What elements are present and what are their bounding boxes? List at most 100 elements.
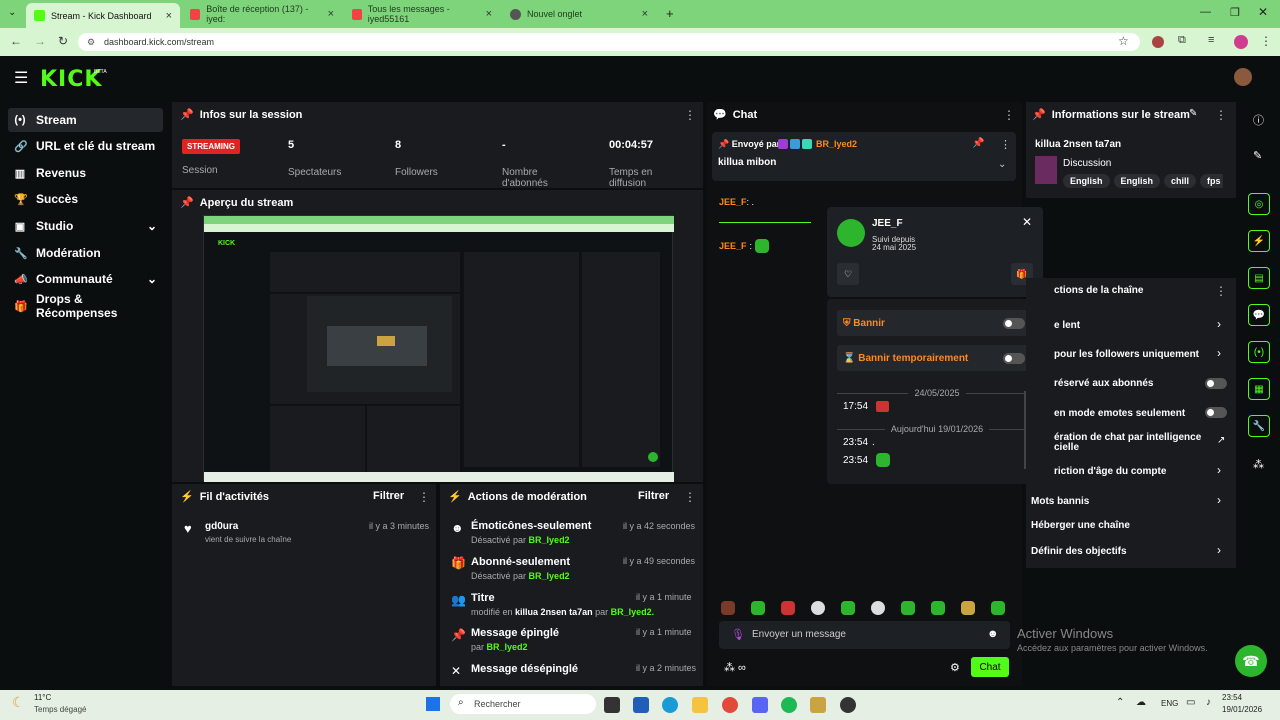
back-icon[interactable]: ←: [10, 34, 22, 48]
close-icon[interactable]: ✕: [1022, 215, 1032, 229]
rewards-icon[interactable]: ⁂ ∞: [724, 661, 746, 674]
emote-icon[interactable]: [721, 601, 735, 615]
reload-icon[interactable]: ↻: [58, 34, 68, 48]
more-options-icon[interactable]: ⋮: [1215, 284, 1227, 298]
age-restriction-row[interactable]: riction d'âge du compte: [1054, 466, 1166, 477]
rail-rewards-icon[interactable]: ⁂: [1253, 458, 1264, 471]
chevron-down-icon[interactable]: ⌄: [998, 159, 1006, 170]
emote-icon[interactable]: [931, 601, 945, 615]
timeout-toggle[interactable]: [1003, 353, 1025, 364]
close-icon[interactable]: ×: [328, 8, 334, 20]
followers-only-row[interactable]: pour les followers uniquement: [1054, 349, 1199, 360]
tag-chip[interactable]: English: [1063, 174, 1110, 188]
url-input[interactable]: ⚙ dashboard.kick.com/stream: [78, 33, 1140, 51]
pin-icon[interactable]: 📌: [972, 138, 984, 149]
user-avatar[interactable]: [1234, 68, 1252, 86]
chevron-right-icon[interactable]: ›: [1217, 543, 1221, 557]
network-icon[interactable]: ▭: [1186, 697, 1195, 708]
tab-gmail-inbox[interactable]: Boîte de réception (137) - iyed: ×: [182, 4, 342, 24]
more-options-icon[interactable]: ⋮: [1215, 108, 1227, 122]
tab-list-icon[interactable]: ⌄: [8, 7, 16, 18]
emotes-only-toggle[interactable]: [1205, 407, 1227, 418]
emote-icon[interactable]: [871, 601, 885, 615]
rail-wrench-icon[interactable]: 🔧: [1248, 415, 1270, 437]
rail-layout-icon[interactable]: ▦: [1248, 378, 1270, 400]
language-indicator[interactable]: ENG: [1161, 699, 1178, 708]
mod-item-user[interactable]: BR_Iyed2.: [611, 607, 655, 617]
profile-avatar[interactable]: [1234, 35, 1248, 49]
browser-menu-icon[interactable]: ⋮: [1260, 34, 1272, 48]
chat-user[interactable]: JEE_F: [719, 197, 747, 207]
emote-icon[interactable]: [841, 601, 855, 615]
emote-icon[interactable]: [991, 601, 1005, 615]
extensions-puzzle-icon[interactable]: ⧉: [1178, 34, 1186, 47]
filter-button[interactable]: Filtrer: [638, 490, 669, 502]
slow-mode-row[interactable]: e lent: [1054, 320, 1080, 331]
more-options-icon[interactable]: ⋮: [684, 490, 696, 504]
chevron-right-icon[interactable]: ›: [1217, 317, 1221, 331]
tag-chip[interactable]: English: [1113, 174, 1161, 188]
sidebar-item-moderation[interactable]: 🔧 Modération: [8, 241, 163, 265]
chevron-right-icon[interactable]: ›: [1217, 346, 1221, 360]
category-name[interactable]: Discussion: [1063, 158, 1111, 169]
close-icon[interactable]: ×: [166, 10, 172, 22]
rail-doc-icon[interactable]: ▤: [1248, 267, 1270, 289]
pinned-message[interactable]: 📌 Envoyé par BR_Iyed2 killua mibon 📌 ⋮ ⌄: [712, 132, 1016, 181]
external-link-icon[interactable]: ↗: [1217, 435, 1225, 446]
chevron-right-icon[interactable]: ›: [1217, 463, 1221, 477]
edge-icon[interactable]: [662, 697, 678, 713]
tab-gmail-all[interactable]: Tous les messages - iyed55161 ×: [344, 4, 500, 24]
follow-heart-button[interactable]: ♡: [837, 263, 859, 285]
sidebar-item-communaute[interactable]: 📣 Communauté ⌄: [8, 267, 163, 291]
maximize-button[interactable]: ❐: [1230, 6, 1240, 19]
chat-user[interactable]: JEE_F: [719, 241, 747, 251]
edit-pencil-icon[interactable]: ✎: [1189, 108, 1197, 119]
discord-icon[interactable]: [752, 697, 768, 713]
weather-temp[interactable]: 11°C: [34, 693, 51, 702]
chat-send-button[interactable]: Chat: [971, 657, 1009, 677]
sidebar-item-url-key[interactable]: 🔗 URL et clé du stream: [8, 134, 163, 158]
rail-chat-icon[interactable]: 💬: [1248, 304, 1270, 326]
taskbar-search[interactable]: ⌕ Rechercher: [450, 694, 596, 714]
emote-icon[interactable]: [901, 601, 915, 615]
windows-start-icon[interactable]: [426, 697, 440, 711]
forward-icon[interactable]: →: [34, 34, 46, 48]
file-explorer-icon[interactable]: [692, 697, 708, 713]
cloud-icon[interactable]: ☁: [1136, 697, 1146, 708]
tab-kick[interactable]: Stream - Kick Dashboard ×: [26, 3, 180, 28]
support-chat-button[interactable]: ☎: [1235, 645, 1267, 677]
info-icon[interactable]: ⓘ: [1253, 112, 1264, 128]
emote-icon[interactable]: [751, 601, 765, 615]
sidebar-item-succes[interactable]: 🏆 Succès: [8, 187, 163, 211]
emote-icon[interactable]: [811, 601, 825, 615]
subscribers-only-toggle[interactable]: [1205, 378, 1227, 389]
mod-item-user[interactable]: BR_Iyed2: [529, 535, 570, 545]
timeout-row[interactable]: ⌛ Bannir temporairement: [837, 345, 1037, 371]
more-options-icon[interactable]: ⋮: [1000, 138, 1011, 151]
mod-item-user[interactable]: BR_Iyed2: [487, 642, 528, 652]
minimize-button[interactable]: —: [1200, 6, 1211, 18]
chat-settings-gear-icon[interactable]: ⚙: [950, 661, 960, 674]
window-close-button[interactable]: ✕: [1258, 5, 1268, 19]
close-icon[interactable]: ×: [642, 8, 648, 20]
rail-broadcast-icon[interactable]: (•): [1248, 341, 1270, 363]
emote-icon[interactable]: [961, 601, 975, 615]
site-info-icon[interactable]: ⚙: [87, 33, 95, 51]
bookmark-star-icon[interactable]: ☆: [1118, 34, 1129, 48]
banned-words-row[interactable]: Mots bannis: [1031, 496, 1089, 507]
pinned-user[interactable]: BR_Iyed2: [816, 139, 857, 149]
task-view-icon[interactable]: [604, 697, 620, 713]
sidebar-item-drops[interactable]: 🎁 Drops & Récompenses: [8, 292, 163, 320]
new-tab-button[interactable]: +: [666, 6, 674, 21]
emoji-picker-icon[interactable]: ☻: [987, 628, 999, 640]
host-channel-row[interactable]: Héberger une chaîne: [1031, 520, 1130, 531]
tab-new[interactable]: Nouvel onglet ×: [502, 4, 656, 24]
filter-button[interactable]: Filtrer: [373, 490, 404, 502]
chrome-icon[interactable]: [722, 697, 738, 713]
sidebar-item-stream[interactable]: (•) Stream: [8, 108, 163, 132]
tag-chip[interactable]: chill: [1164, 174, 1197, 188]
reading-list-icon[interactable]: ≡: [1208, 34, 1214, 46]
clock-date[interactable]: 19/01/2026: [1222, 705, 1262, 714]
extension-icon[interactable]: [1152, 36, 1164, 48]
emote-icon[interactable]: [781, 601, 795, 615]
